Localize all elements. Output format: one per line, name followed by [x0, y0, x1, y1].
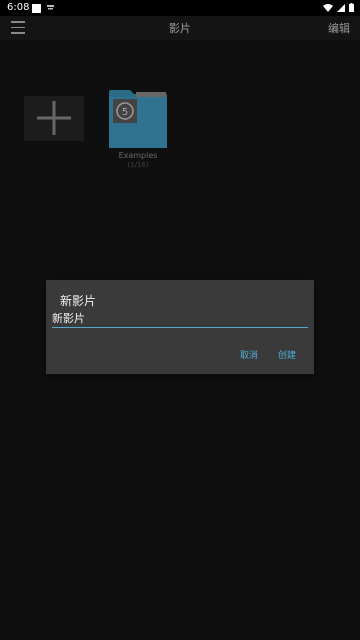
dialog-title: 新影片: [60, 294, 97, 308]
page-title: 影片: [169, 22, 191, 35]
status-bar: 6:08: [0, 0, 360, 16]
wifi-icon: [323, 3, 333, 15]
status-time: 6:08: [7, 2, 30, 13]
cancel-button[interactable]: 取消: [240, 348, 258, 361]
battery-icon: [349, 3, 354, 15]
new-movie-dialog: 新影片 新影片 取消 创建: [46, 280, 314, 374]
notification-square-icon: [32, 4, 41, 13]
vpn-icon: [46, 3, 55, 14]
movie-name-input[interactable]: 新影片: [52, 311, 308, 328]
app-bar: 影片 编辑: [0, 16, 360, 40]
edit-button[interactable]: 编辑: [328, 20, 350, 36]
signal-icon: [337, 3, 345, 15]
create-button[interactable]: 创建: [278, 348, 296, 361]
